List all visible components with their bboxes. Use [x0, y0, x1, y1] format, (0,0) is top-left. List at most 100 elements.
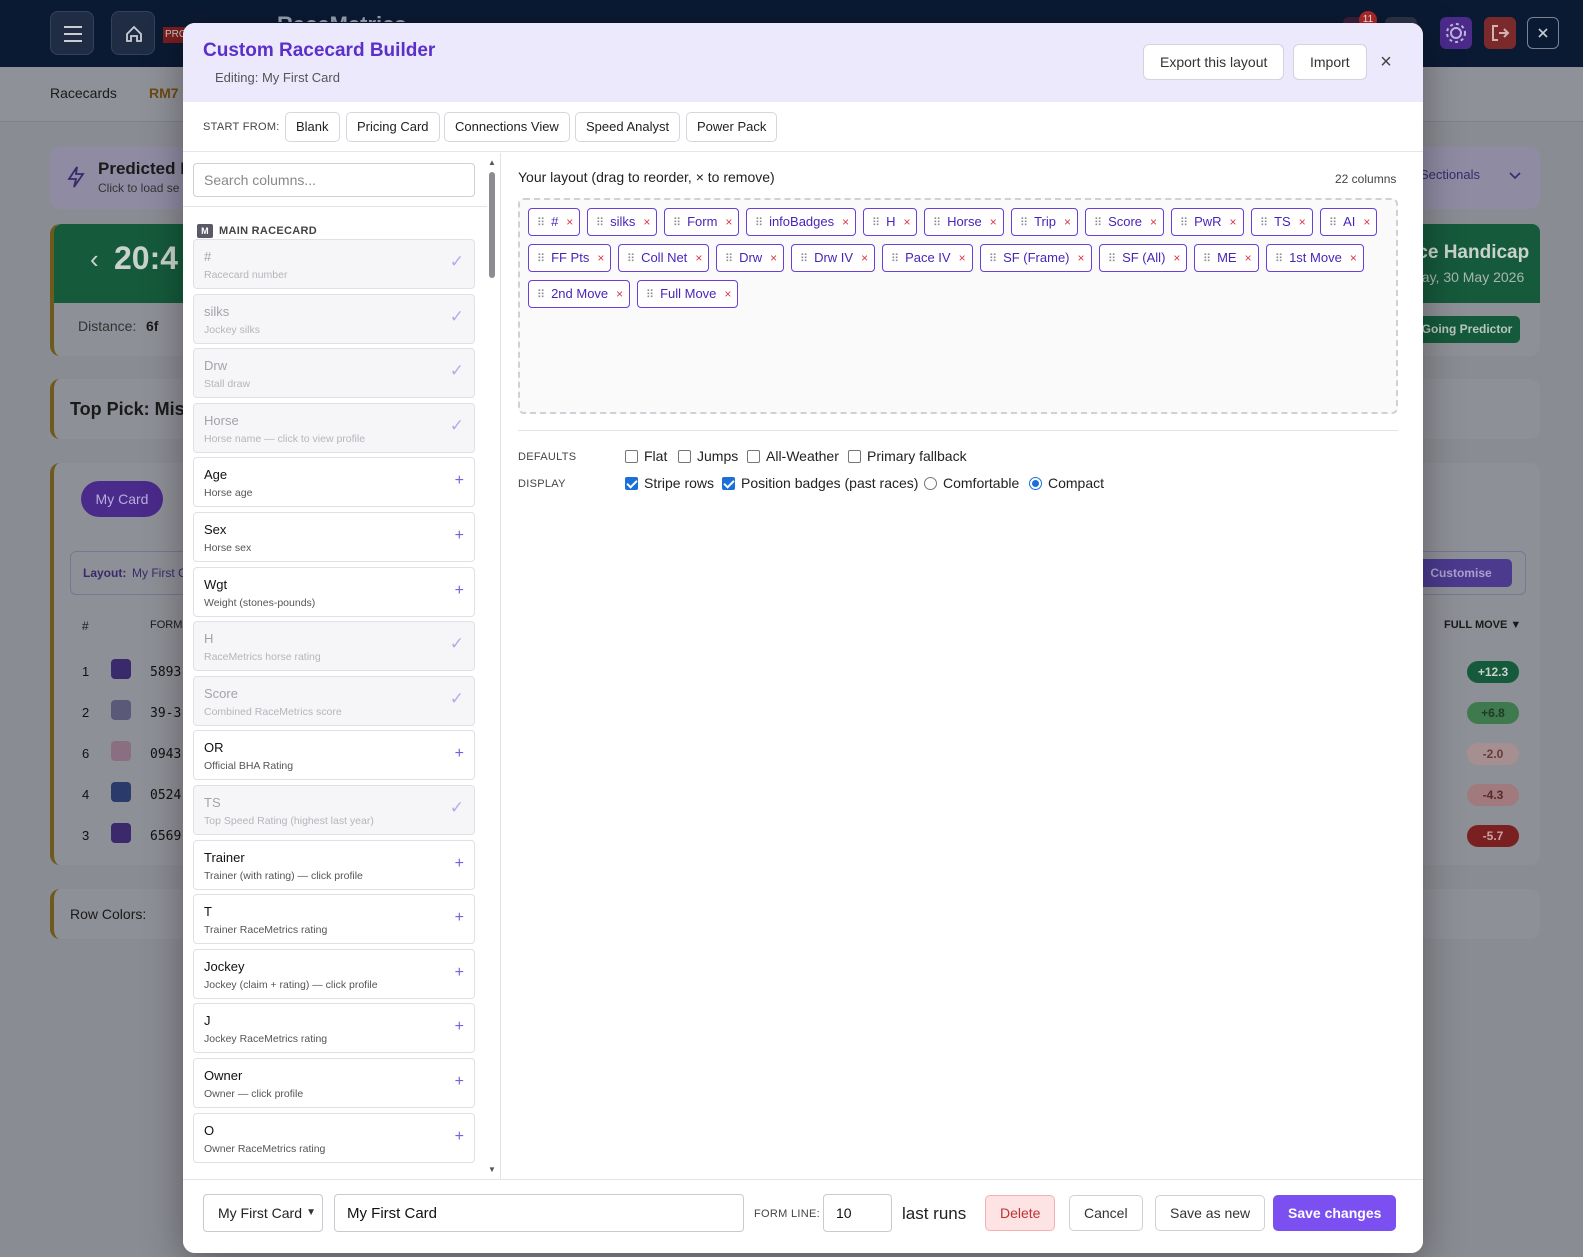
scroll-up-icon[interactable]: ▲	[488, 158, 496, 167]
column-item-drw[interactable]: Drw Stall draw ✓	[193, 348, 475, 398]
layout-chip-ts[interactable]: ⠿ TS ×	[1251, 208, 1313, 236]
layout-chip-form[interactable]: ⠿ Form ×	[664, 208, 740, 236]
layout-chip-#[interactable]: ⠿ # ×	[528, 208, 581, 236]
remove-icon[interactable]: ×	[616, 287, 623, 301]
default-all-weather-checkbox[interactable]: All-Weather	[747, 448, 839, 464]
column-item-o[interactable]: O Owner RaceMetrics rating +	[193, 1113, 475, 1163]
remove-icon[interactable]: ×	[1245, 251, 1252, 265]
drag-handle-icon[interactable]: ⠿	[1329, 217, 1337, 229]
column-item-j[interactable]: J Jockey RaceMetrics rating +	[193, 1003, 475, 1053]
layout-chip-coll-net[interactable]: ⠿ Coll Net ×	[618, 244, 710, 272]
scrollbar-thumb[interactable]	[489, 172, 495, 278]
remove-icon[interactable]: ×	[643, 215, 650, 229]
checkbox-box[interactable]	[722, 477, 735, 490]
layout-chip-score[interactable]: ⠿ Score ×	[1085, 208, 1165, 236]
column-item-h[interactable]: H RaceMetrics horse rating ✓	[193, 621, 475, 671]
start-speed-analyst-button[interactable]: Speed Analyst	[575, 112, 681, 142]
column-item-wgt[interactable]: Wgt Weight (stones-pounds) +	[193, 567, 475, 617]
export-layout-button[interactable]: Export this layout	[1143, 44, 1285, 80]
close-icon[interactable]: ×	[1376, 52, 1396, 72]
subnav-rm7[interactable]: RM7	[149, 85, 179, 101]
column-item-t[interactable]: T Trainer RaceMetrics rating +	[193, 894, 475, 944]
remove-icon[interactable]: ×	[861, 251, 868, 265]
remove-icon[interactable]: ×	[1230, 215, 1237, 229]
drag-handle-icon[interactable]: ⠿	[627, 253, 635, 265]
add-icon[interactable]: +	[455, 527, 464, 545]
drag-handle-icon[interactable]: ⠿	[1180, 217, 1188, 229]
home-button[interactable]	[111, 11, 155, 55]
drag-handle-icon[interactable]: ⠿	[537, 289, 545, 301]
add-icon[interactable]: +	[455, 1018, 464, 1036]
drag-handle-icon[interactable]: ⠿	[673, 217, 681, 229]
layout-chip-pace-iv[interactable]: ⠿ Pace IV ×	[882, 244, 973, 272]
column-item-trainer[interactable]: Trainer Trainer (with rating) — click pro…	[193, 840, 475, 890]
drag-handle-icon[interactable]: ⠿	[537, 253, 545, 265]
layout-chip-sf-frame[interactable]: ⠿ SF (Frame) ×	[980, 244, 1092, 272]
layout-chip-infobadges[interactable]: ⠿ infoBadges ×	[746, 208, 857, 236]
drag-handle-icon[interactable]: ⠿	[537, 217, 545, 229]
remove-icon[interactable]: ×	[695, 251, 702, 265]
save-as-new-button[interactable]: Save as new	[1155, 1195, 1266, 1231]
prev-race-icon[interactable]: ‹	[90, 244, 99, 275]
card-name-input[interactable]	[334, 1194, 744, 1232]
customise-button[interactable]: Customise	[1410, 559, 1512, 587]
my-card-tab[interactable]: My Card	[81, 481, 163, 517]
settings-button[interactable]	[1440, 17, 1472, 49]
checkbox-box[interactable]	[848, 450, 861, 463]
remove-icon[interactable]: ×	[725, 215, 732, 229]
save-changes-button[interactable]: Save changes	[1273, 1195, 1397, 1231]
import-button[interactable]: Import	[1293, 44, 1367, 80]
default-jumps-checkbox[interactable]: Jumps	[678, 448, 738, 464]
remove-icon[interactable]: ×	[1363, 215, 1370, 229]
remove-icon[interactable]: ×	[566, 215, 573, 229]
comfortable-radio[interactable]: Comfortable	[924, 475, 1019, 491]
remove-icon[interactable]: ×	[1173, 251, 1180, 265]
remove-icon[interactable]: ×	[990, 215, 997, 229]
drag-handle-icon[interactable]: ⠿	[891, 253, 899, 265]
column-item-silks[interactable]: silks Jockey silks ✓	[193, 294, 475, 344]
subnav-racecards[interactable]: Racecards	[50, 85, 117, 101]
drag-handle-icon[interactable]: ⠿	[725, 253, 733, 265]
search-columns-input[interactable]	[193, 163, 475, 197]
close-app-button[interactable]	[1527, 17, 1559, 49]
drag-handle-icon[interactable]: ⠿	[800, 253, 808, 265]
column-item-horse[interactable]: Horse Horse name — click to view profile ✓	[193, 403, 475, 453]
drag-handle-icon[interactable]: ⠿	[1108, 253, 1116, 265]
drag-handle-icon[interactable]: ⠿	[1094, 217, 1102, 229]
start-power-pack-button[interactable]: Power Pack	[686, 112, 778, 142]
default-primary-fallback-checkbox[interactable]: Primary fallback	[848, 448, 967, 464]
sectionals-tag[interactable]: Sectionals	[1420, 167, 1480, 182]
remove-icon[interactable]: ×	[597, 251, 604, 265]
add-icon[interactable]: +	[455, 745, 464, 763]
layout-chip-trip[interactable]: ⠿ Trip ×	[1011, 208, 1078, 236]
layout-chip-2nd-move[interactable]: ⠿ 2nd Move ×	[528, 280, 631, 308]
column-item-sex[interactable]: Sex Horse sex +	[193, 512, 475, 562]
remove-icon[interactable]: ×	[959, 251, 966, 265]
add-icon[interactable]: +	[455, 964, 464, 982]
layout-chip-1st-move[interactable]: ⠿ 1st Move ×	[1266, 244, 1364, 272]
checkbox-box[interactable]	[625, 450, 638, 463]
column-item-ts[interactable]: TS Top Speed Rating (highest last year) ✓	[193, 785, 475, 835]
layout-chip-me[interactable]: ⠿ ME ×	[1194, 244, 1259, 272]
layout-chip-ff-pts[interactable]: ⠿ FF Pts ×	[528, 244, 612, 272]
drag-handle-icon[interactable]: ⠿	[596, 217, 604, 229]
add-icon[interactable]: +	[455, 1073, 464, 1091]
add-icon[interactable]: +	[455, 582, 464, 600]
start-connections-view-button[interactable]: Connections View	[444, 112, 570, 142]
scroll-down-icon[interactable]: ▼	[488, 1165, 496, 1174]
column-item-jockey[interactable]: Jockey Jockey (claim + rating) — click pr…	[193, 949, 475, 999]
add-icon[interactable]: +	[455, 855, 464, 873]
layout-chip-sf-all[interactable]: ⠿ SF (All) ×	[1099, 244, 1188, 272]
add-icon[interactable]: +	[455, 1128, 464, 1146]
default-flat-checkbox[interactable]: Flat	[625, 448, 667, 464]
form-line-input[interactable]	[823, 1194, 892, 1232]
checkbox-box[interactable]	[625, 477, 638, 490]
drag-handle-icon[interactable]: ⠿	[989, 253, 997, 265]
remove-icon[interactable]: ×	[1299, 215, 1306, 229]
drag-handle-icon[interactable]: ⠿	[1020, 217, 1028, 229]
layout-chip-pwr[interactable]: ⠿ PwR ×	[1171, 208, 1244, 236]
start-blank-button[interactable]: Blank	[285, 112, 340, 142]
remove-icon[interactable]: ×	[1350, 251, 1357, 265]
column-item-[interactable]: # Racecard number ✓	[193, 239, 475, 289]
remove-icon[interactable]: ×	[1064, 215, 1071, 229]
